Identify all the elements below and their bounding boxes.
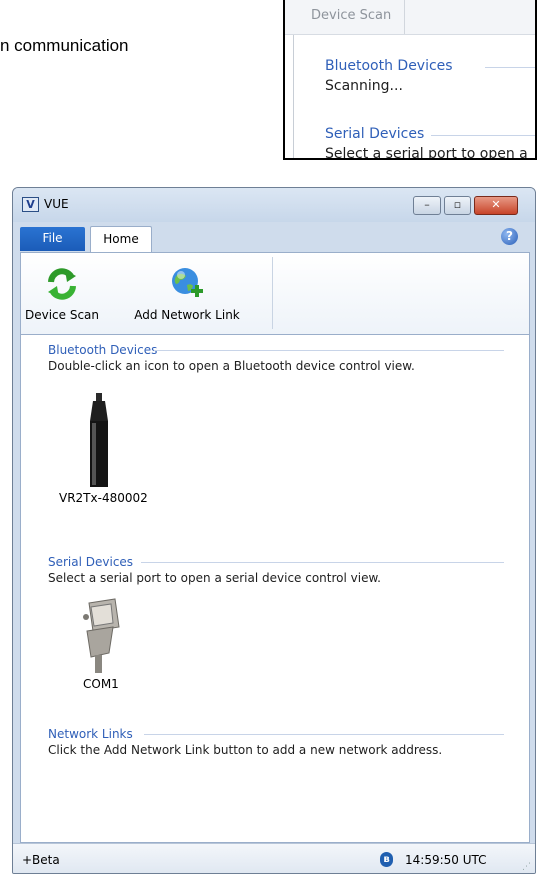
bluetooth-device-label: VR2Tx-480002 (59, 491, 148, 505)
ribbon-tab-bar: File Home ? (13, 222, 535, 252)
bluetooth-description: Double-click an icon to open a Bluetooth… (48, 359, 415, 373)
inset-bluetooth-status: Scanning... (325, 78, 403, 94)
title-bar[interactable]: V VUE – ▫ ✕ (13, 188, 535, 222)
help-icon[interactable]: ? (501, 228, 518, 245)
zoom-inset: Device Scan Bluetooth Devices Scanning..… (283, 0, 537, 160)
add-network-link-button[interactable]: Add Network Link (113, 253, 261, 333)
receiver-icon (90, 393, 108, 487)
vue-window: V VUE – ▫ ✕ File Home ? Device Scan Add … (12, 187, 536, 874)
bluetooth-device-item[interactable]: VR2Tx-480002 (49, 393, 149, 505)
status-clock: 14:59:50 UTC (405, 853, 487, 867)
network-divider (144, 734, 504, 735)
network-description: Click the Add Network Link button to add… (48, 743, 443, 757)
inset-tab-device-scan[interactable]: Device Scan (295, 0, 405, 34)
refresh-icon (48, 268, 76, 300)
minimize-button[interactable]: – (413, 196, 441, 215)
app-logo-icon[interactable]: V (22, 197, 39, 212)
maximize-button[interactable]: ▫ (444, 196, 471, 215)
ribbon-separator (272, 257, 273, 329)
tab-home[interactable]: Home (90, 226, 152, 252)
serial-device-item[interactable]: COM1 (73, 597, 133, 691)
tab-file[interactable]: File (20, 227, 85, 251)
add-network-link-label: Add Network Link (134, 308, 240, 322)
serial-description: Select a serial port to open a serial de… (48, 571, 381, 585)
device-scan-label: Device Scan (24, 308, 100, 322)
bluetooth-divider (154, 350, 504, 351)
window-title: VUE (44, 197, 69, 211)
ribbon-home-panel: Device Scan Add Network Link (20, 252, 530, 335)
bluetooth-icon[interactable]: ʙ (380, 852, 393, 867)
bluetooth-devices-header: Bluetooth Devices (48, 343, 158, 357)
device-scan-button[interactable]: Device Scan (21, 253, 103, 333)
inset-serial-description: Select a serial port to open a (325, 146, 528, 160)
close-button[interactable]: ✕ (474, 196, 518, 215)
resize-grip-icon[interactable]: ⋰ (522, 862, 532, 872)
inset-serial-header: Serial Devices (325, 126, 425, 142)
inset-bluetooth-rule (485, 67, 535, 68)
serial-device-label: COM1 (83, 677, 119, 691)
inset-serial-rule (431, 135, 535, 136)
device-scan-view: Bluetooth Devices Double-click an icon t… (20, 335, 530, 843)
document-text-fragment: n communication (0, 36, 129, 55)
network-links-header: Network Links (48, 727, 133, 741)
inset-tab-bar: Device Scan (285, 0, 535, 35)
serial-devices-header: Serial Devices (48, 555, 134, 569)
serial-divider (141, 562, 504, 563)
globe-add-icon (172, 268, 203, 297)
serial-port-icon (83, 598, 120, 673)
status-beta-label: +Beta (22, 853, 60, 867)
status-bar: +Beta ʙ 14:59:50 UTC ⋰ (13, 843, 535, 873)
inset-bluetooth-header: Bluetooth Devices (325, 58, 453, 74)
